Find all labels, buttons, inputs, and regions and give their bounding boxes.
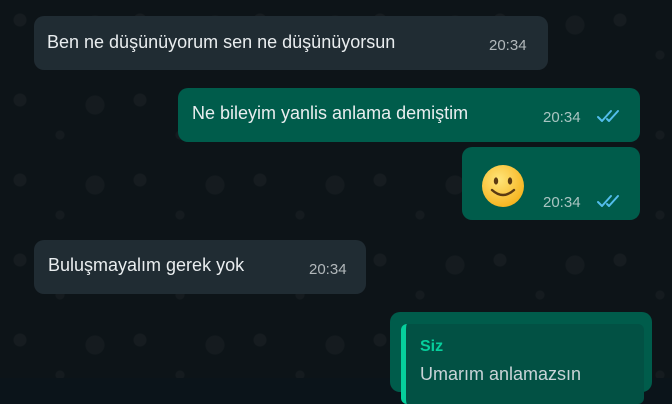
message-text: Buluşmayalım gerek yok xyxy=(48,255,245,275)
outgoing-emoji-message[interactable]: 20:34 xyxy=(462,147,640,220)
incoming-message[interactable]: Ben ne düşünüyorum sen ne düşünüyorsun 2… xyxy=(34,16,548,70)
quote-text: Umarım anlamazsın xyxy=(420,364,582,384)
message-time: 20:34 xyxy=(309,261,347,278)
outgoing-message[interactable]: Ne bileyim yanlis anlama demiştim 20:34 xyxy=(178,88,640,142)
quote-author: Siz xyxy=(420,338,444,355)
incoming-message[interactable]: Buluşmayalım gerek yok 20:34 xyxy=(34,240,366,294)
message-text: Ben ne düşünüyorum sen ne düşünüyorsun xyxy=(47,32,396,52)
read-ticks-icon xyxy=(597,195,619,207)
quoted-reply[interactable]: Siz Umarım anlamazsın xyxy=(401,324,644,404)
message-time: 20:34 xyxy=(543,194,581,211)
read-ticks-icon xyxy=(597,110,619,122)
outgoing-reply-message[interactable]: Siz Umarım anlamazsın xyxy=(390,312,652,404)
message-text: Ne bileyim yanlis anlama demiştim xyxy=(192,103,469,123)
message-time: 20:34 xyxy=(489,37,527,54)
smiling-face-icon xyxy=(482,165,524,207)
message-time: 20:34 xyxy=(543,109,581,126)
